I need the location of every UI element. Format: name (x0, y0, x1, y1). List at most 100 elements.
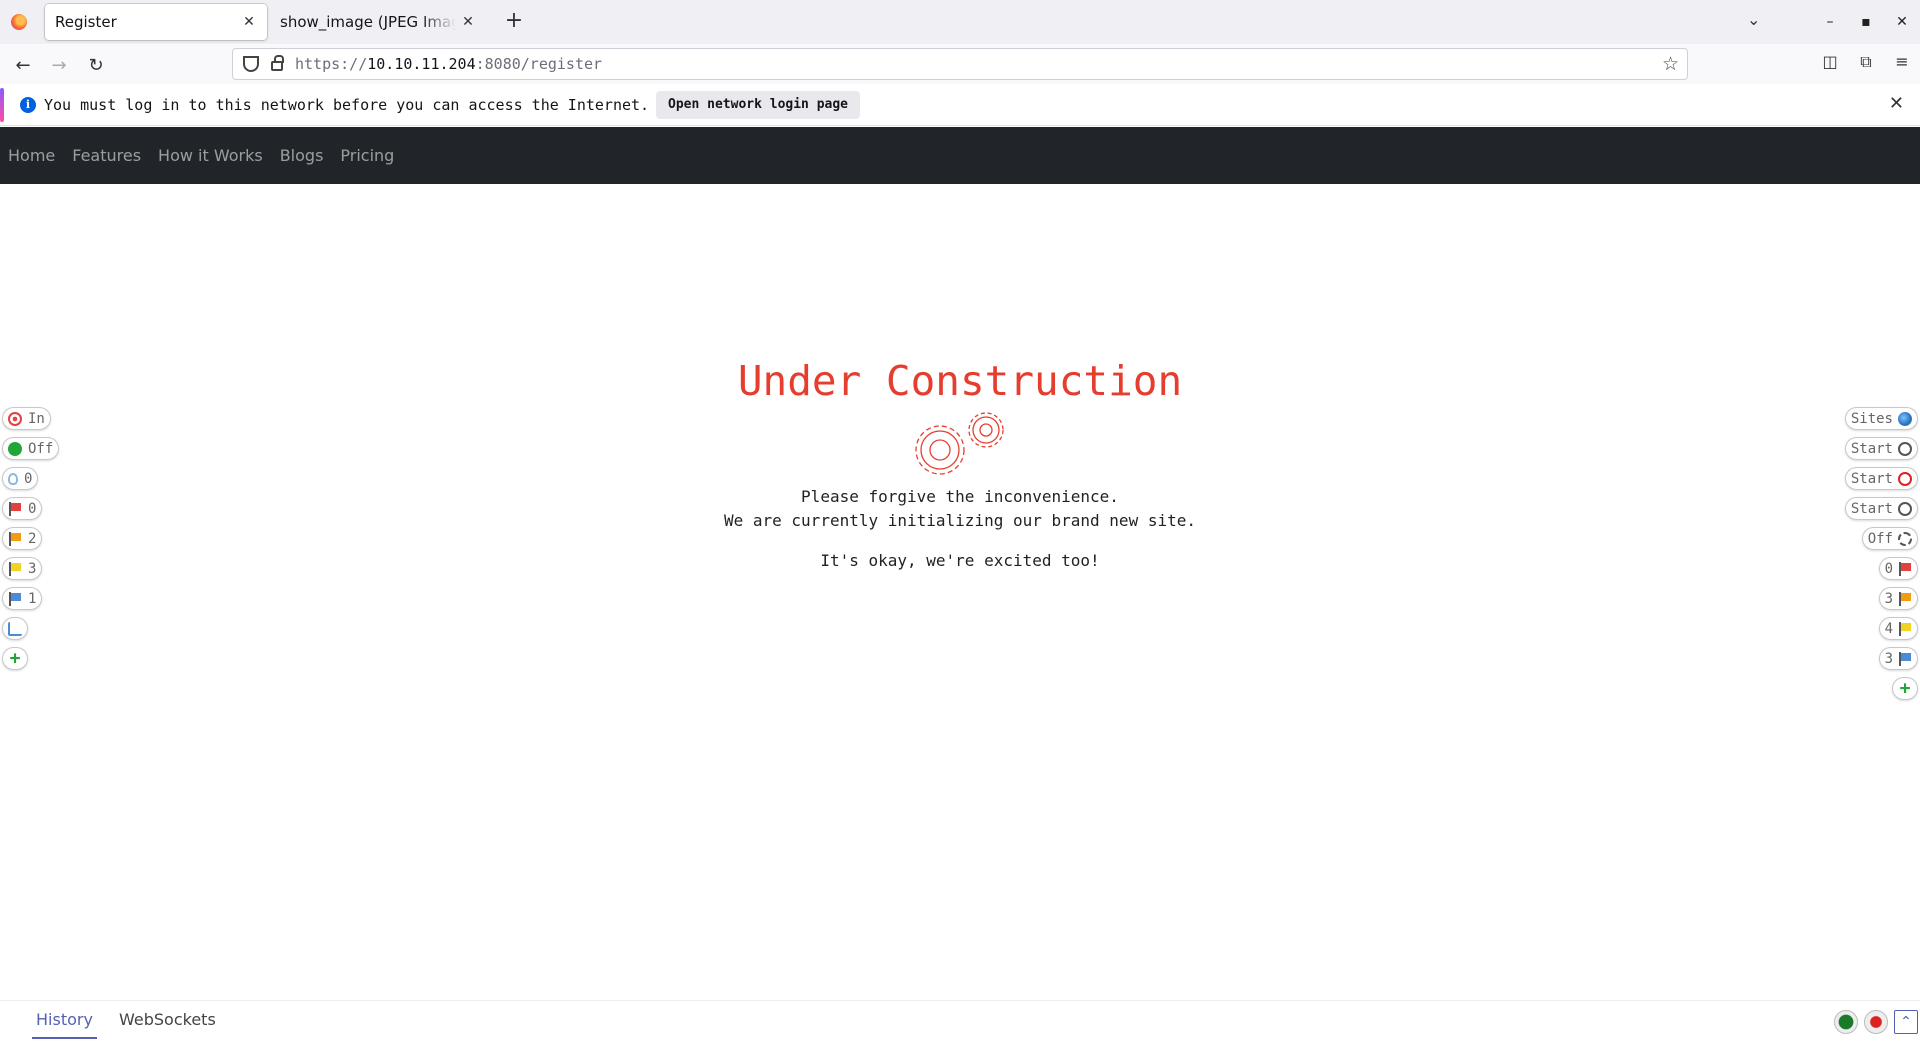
excited-line: It's okay, we're excited too! (820, 551, 1100, 570)
hud-site-alerts-high[interactable]: 0 (1878, 557, 1918, 580)
tab-title: Register (55, 13, 117, 31)
navigation-toolbar: ← → ↻ https://10.10.11.204:8080/register… (0, 44, 1920, 84)
nav-link-how-it-works[interactable]: How it Works (158, 146, 263, 165)
lock-icon[interactable] (271, 55, 284, 71)
close-icon[interactable]: ✕ (456, 10, 480, 34)
hud-add-tool-button[interactable]: + (1892, 677, 1918, 700)
plus-icon: + (1899, 677, 1911, 699)
orange-flag-icon (8, 531, 22, 546)
info-icon: i (20, 97, 36, 113)
hud-label: 0 (24, 470, 33, 487)
hud-page-alerts-low[interactable]: 3 (2, 557, 43, 580)
nav-link-home[interactable]: Home (8, 146, 55, 165)
hud-label: In (28, 410, 45, 427)
nav-link-blogs[interactable]: Blogs (280, 146, 324, 165)
hud-label: Start (1850, 470, 1893, 487)
minimize-icon[interactable]: – (1812, 14, 1848, 30)
hud-break-button[interactable]: Off (1861, 527, 1918, 550)
close-icon[interactable]: ✕ (1889, 93, 1904, 114)
bookmark-star-icon[interactable]: ☆ (1662, 53, 1679, 75)
hud-page-alerts-info[interactable]: 0 (2, 467, 39, 490)
extensions-icon[interactable]: ⧉ (1848, 52, 1884, 72)
notification-message: You must log in to this network before y… (44, 96, 650, 114)
hud-site-alerts-low[interactable]: 4 (1878, 617, 1918, 640)
hud-add-page-button[interactable] (2, 617, 28, 640)
back-icon[interactable]: ← (10, 52, 36, 78)
hud-label: Start (1850, 500, 1893, 517)
close-icon[interactable]: ✕ (237, 10, 261, 34)
chevron-up-icon[interactable]: ⌃ (1894, 1010, 1918, 1034)
yellow-flag-icon (8, 561, 22, 576)
url-protocol: https:// (295, 55, 368, 73)
status-line: We are currently initializing our brand … (723, 511, 1196, 530)
hud-bottom-drawer: History WebSockets ⌃ (0, 1000, 1920, 1048)
network-login-notification: i You must log in to this network before… (0, 84, 1920, 126)
url-host: 10.10.11.204 (367, 55, 476, 73)
blue-flag-icon (8, 591, 22, 606)
nav-link-features[interactable]: Features (72, 146, 141, 165)
target-icon (8, 411, 22, 426)
window-controls: – ▪ ✕ (1812, 0, 1920, 44)
hud-ajax-spider-button[interactable]: Start (1844, 467, 1918, 490)
blue-flag-icon (1898, 651, 1912, 666)
hud-page-alerts-informational[interactable]: 1 (2, 587, 43, 610)
chevron-down-icon[interactable]: ⌄ (1747, 10, 1760, 29)
page-title: Under Construction (737, 357, 1183, 405)
forward-icon[interactable]: → (46, 52, 72, 78)
hud-label: 0 (28, 500, 37, 517)
hud-scope-button[interactable]: In (2, 407, 51, 430)
hud-label: Sites (1850, 410, 1893, 427)
globe-icon (1898, 411, 1912, 426)
hud-add-tool-button[interactable]: + (2, 647, 28, 670)
orange-flag-icon (1898, 591, 1912, 606)
notification-accent (0, 88, 4, 122)
hud-page-alerts-high[interactable]: 0 (2, 497, 43, 520)
gears-icon (915, 412, 1004, 475)
hud-spider-button[interactable]: Start (1844, 437, 1918, 460)
tab-strip: Register ✕ show_image (JPEG Image ✕ + ⌄ … (0, 0, 1920, 44)
red-flag-icon (1898, 561, 1912, 576)
hud-attack-mode-button[interactable]: Off (2, 437, 60, 460)
tab-show-image[interactable]: show_image (JPEG Image ✕ (270, 4, 486, 40)
status-indicator-icon[interactable] (1834, 1010, 1858, 1034)
spider-icon (1898, 441, 1912, 456)
new-tab-button[interactable]: + (502, 10, 526, 34)
hud-label: 3 (1884, 650, 1893, 667)
main-content: Under Construction Please forgive the in… (0, 184, 1920, 1000)
hud-label: 3 (1884, 590, 1893, 607)
yellow-flag-icon (1898, 621, 1912, 636)
hud-label: 2 (28, 530, 37, 547)
green-dot-icon (8, 441, 22, 456)
toolbar-right: ◫ ⧉ ≡ (1812, 52, 1920, 72)
tab-register[interactable]: Register ✕ (45, 4, 267, 40)
url-bar[interactable]: https://10.10.11.204:8080/register ☆ (232, 48, 1688, 80)
maximize-icon[interactable]: ▪ (1848, 14, 1884, 30)
shield-icon[interactable] (243, 56, 259, 72)
active-scan-icon (1898, 501, 1912, 516)
hud-label: 4 (1884, 620, 1893, 637)
open-login-page-button[interactable]: Open network login page (656, 91, 861, 119)
red-flag-icon (8, 501, 22, 516)
tab-history[interactable]: History (32, 1010, 97, 1039)
menu-icon[interactable]: ≡ (1884, 52, 1920, 72)
hud-site-alerts-medium[interactable]: 3 (1878, 587, 1918, 610)
nav-link-pricing[interactable]: Pricing (340, 146, 394, 165)
pocket-icon[interactable]: ◫ (1812, 52, 1848, 72)
add-page-icon (8, 621, 22, 636)
close-window-icon[interactable]: ✕ (1884, 14, 1920, 30)
tab-websockets[interactable]: WebSockets (115, 1010, 220, 1037)
site-navbar: Home Features How it Works Blogs Pricing (0, 127, 1920, 184)
hud-label: 3 (28, 560, 37, 577)
hud-label: Start (1850, 440, 1893, 457)
hud-page-alerts-medium[interactable]: 2 (2, 527, 43, 550)
hud-label: Off (28, 440, 54, 457)
hud-active-scan-button[interactable]: Start (1844, 497, 1918, 520)
hud-site-alerts-informational[interactable]: 3 (1878, 647, 1918, 670)
firefox-icon[interactable] (11, 14, 27, 30)
apology-line: Please forgive the inconvenience. (801, 487, 1119, 506)
bulb-icon (8, 472, 18, 485)
hud-label: Off (1867, 530, 1893, 547)
reload-icon[interactable]: ↻ (83, 52, 109, 78)
hud-sites-button[interactable]: Sites (1844, 407, 1918, 430)
bug-icon[interactable] (1864, 1010, 1888, 1034)
